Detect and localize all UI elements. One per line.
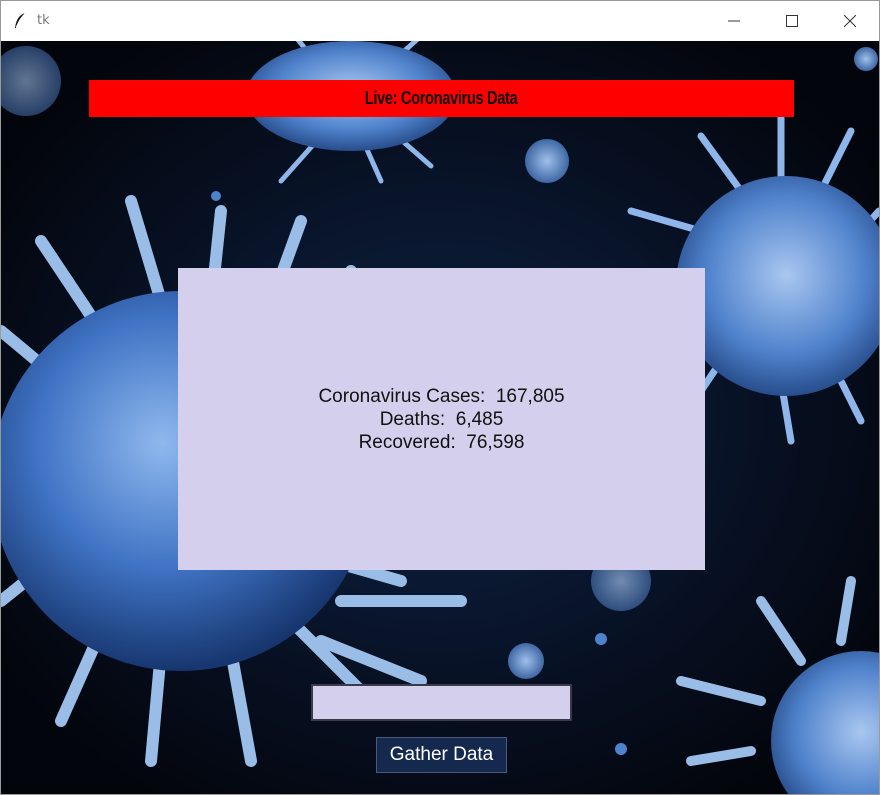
country-input[interactable]	[311, 684, 572, 721]
close-icon	[844, 15, 856, 27]
gather-data-button[interactable]: Gather Data	[376, 737, 507, 773]
title-bar: tk	[1, 1, 879, 41]
header-banner: Live: Coronavirus Data	[89, 80, 794, 117]
close-button[interactable]	[821, 1, 879, 41]
deaths-value: 6,485	[455, 408, 504, 430]
cases-line: Coronavirus Cases: 167,805	[318, 385, 564, 408]
deaths-line: Deaths: 6,485	[380, 408, 504, 431]
banner-title: Live: Coronavirus Data	[365, 88, 518, 108]
maximize-button[interactable]	[763, 1, 821, 41]
background-canvas: Live: Coronavirus Data Coronavirus Cases…	[1, 41, 879, 794]
recovered-line: Recovered: 76,598	[359, 431, 525, 454]
minimize-button[interactable]	[705, 1, 763, 41]
app-window: tk Live: Coronavirus Data Coronavirus Ca…	[0, 0, 880, 795]
minimize-icon	[728, 20, 740, 22]
maximize-icon	[786, 15, 798, 27]
recovered-value: 76,598	[466, 431, 525, 453]
deaths-label: Deaths:	[379, 408, 446, 430]
window-title: tk	[37, 13, 50, 28]
stats-panel: Coronavirus Cases: 167,805 Deaths: 6,485…	[178, 268, 705, 570]
feather-icon	[15, 12, 26, 28]
cases-value: 167,805	[495, 385, 565, 407]
cases-label: Coronavirus Cases:	[318, 385, 486, 407]
recovered-label: Recovered:	[358, 431, 456, 453]
